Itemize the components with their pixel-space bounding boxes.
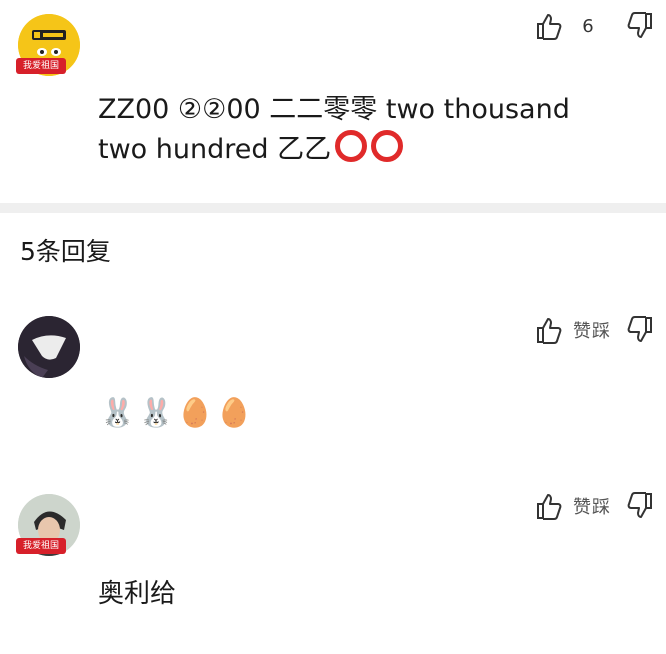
- thumbs-down-icon: [627, 316, 652, 342]
- replies-header: 5条回复: [20, 237, 111, 266]
- like-dislike-label: 赞踩: [573, 497, 611, 518]
- like-count: 6: [582, 15, 594, 37]
- red-ring-emoji-icon: [335, 130, 368, 162]
- egg-emoji-icon: 🥚: [216, 396, 252, 429]
- comment-text: ZZ00 ②②00 二二零零 two thousand two hundred …: [98, 90, 618, 170]
- comment-dislike-button[interactable]: [627, 12, 653, 40]
- reply-like-button[interactable]: 赞踩: [536, 492, 622, 520]
- thumbs-up-icon: [537, 318, 562, 344]
- thumbs-down-icon: [627, 492, 652, 518]
- comment-thread: 我爱祖国 6 ZZ00 ②②00 二二零零 two thousand two h…: [0, 0, 666, 654]
- comment-text-content: ZZ00 ②②00 二二零零 two thousand two hundred …: [98, 94, 570, 165]
- egg-emoji-icon: 🥚: [177, 396, 213, 429]
- like-dislike-label: 赞踩: [573, 321, 611, 342]
- reply-emoji-text: 🐰 🐰 🥚 🥚: [100, 393, 252, 433]
- country-badge: 我爱祖国: [16, 58, 66, 74]
- rabbit-face-emoji-icon: 🐰: [100, 396, 135, 429]
- reply-dislike-button[interactable]: [627, 316, 653, 344]
- rabbit-face-emoji-icon: 🐰: [138, 396, 174, 429]
- reply-dislike-button[interactable]: [627, 492, 653, 520]
- country-badge: 我爱祖国: [16, 538, 66, 554]
- reply-like-button[interactable]: 赞踩: [536, 316, 622, 344]
- thumbs-down-icon: [627, 12, 652, 38]
- section-divider: [0, 203, 666, 213]
- red-ring-emoji-icon: [371, 130, 404, 162]
- reply-text: 奥利给: [98, 579, 177, 609]
- dark-photo-avatar-icon: [18, 316, 80, 378]
- thumbs-up-icon: [537, 14, 562, 40]
- thumbs-up-icon: [537, 494, 562, 520]
- comment-like-button[interactable]: 6: [536, 12, 614, 40]
- reply-avatar[interactable]: [18, 316, 80, 378]
